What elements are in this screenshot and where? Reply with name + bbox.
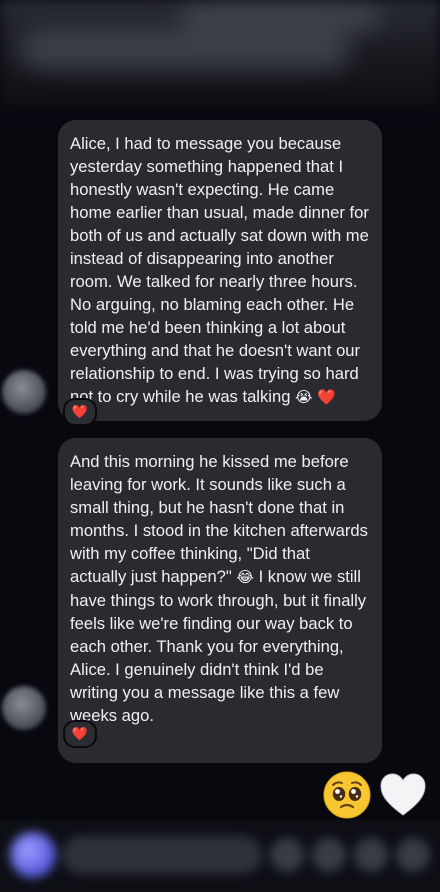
sticker-icon[interactable] <box>396 838 430 872</box>
heart-reaction-icon: ❤️ <box>71 404 89 419</box>
blurred-header <box>0 0 440 110</box>
microphone-icon[interactable] <box>312 838 346 872</box>
gallery-icon[interactable] <box>354 838 388 872</box>
profile-avatar[interactable] <box>10 832 56 878</box>
message-2-text-part1: And this morning he kissed me before lea… <box>70 452 373 586</box>
heart-reaction-icon: ❤️ <box>71 726 89 741</box>
reaction-badge-1[interactable]: ❤️ <box>63 398 97 426</box>
message-bubble-1[interactable]: Alice, I had to message you because yest… <box>58 120 382 421</box>
pleading-face-icon[interactable] <box>322 770 372 820</box>
camera-icon[interactable] <box>270 838 304 872</box>
sender-avatar-2[interactable] <box>2 686 46 730</box>
red-heart-emoji: ❤️ <box>317 389 336 406</box>
laughing-emoji: 😂 <box>236 569 254 586</box>
message-composer[interactable] <box>0 820 440 892</box>
sender-avatar-1[interactable] <box>2 370 46 414</box>
message-input[interactable] <box>62 836 262 874</box>
reaction-badge-2[interactable]: ❤️ <box>63 720 97 748</box>
message-1-text: Alice, I had to message you because yest… <box>70 134 374 406</box>
crying-emoji: 😭 <box>295 389 313 406</box>
message-bubble-2[interactable]: And this morning he kissed me before lea… <box>58 438 382 763</box>
message-2-text-part2: I know we still have things to work thro… <box>70 567 371 725</box>
white-heart-icon[interactable] <box>378 770 428 820</box>
